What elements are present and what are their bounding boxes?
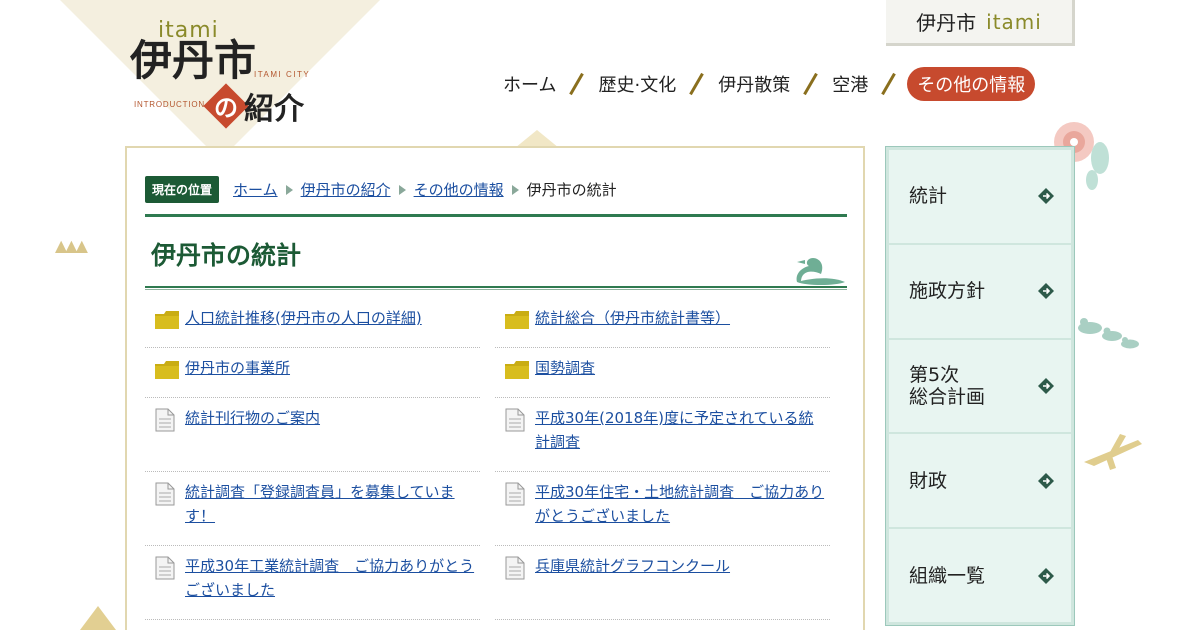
arrow-circle-icon <box>1038 283 1054 300</box>
folder-icon <box>155 311 179 329</box>
link-list: 人口統計推移(伊丹市の人口の詳細) 統計総合（伊丹市統計書等） 伊丹市の事業所 … <box>145 298 835 620</box>
breadcrumb: 現在の位置 ホーム 伊丹市の紹介 その他の情報 伊丹市の統計 <box>145 176 617 203</box>
side-item-statistics[interactable]: 統計 <box>889 150 1071 243</box>
logo-introduction: INTRODUCTION <box>134 100 205 109</box>
folder-icon <box>505 361 529 379</box>
badge-city-name: 伊丹市 <box>916 11 977 35</box>
decorative-triangles: ▲▲▲ <box>55 236 88 255</box>
nav-itami-walk[interactable]: 伊丹散策 <box>715 71 793 97</box>
decorative-triangle-bottom <box>80 606 116 630</box>
page-icon <box>155 482 175 506</box>
link-publications[interactable]: 統計刊行物のご案内 <box>185 406 320 430</box>
link-industrial-survey[interactable]: 平成30年工業統計調査 ご協力ありがとうございました <box>185 554 476 602</box>
logo-no-char: の <box>214 94 238 122</box>
side-nav: 統計 施政方針 第5次 総合計画 財政 組織一覧 <box>885 146 1075 626</box>
nav-home[interactable]: ホーム <box>500 71 559 97</box>
side-item-label: 財政 <box>909 469 948 492</box>
breadcrumb-other-info[interactable]: その他の情報 <box>414 179 504 200</box>
ducks-illustration <box>1078 318 1139 349</box>
page-title: 伊丹市の統計 <box>151 241 302 270</box>
link-census[interactable]: 国勢調査 <box>535 356 595 380</box>
link-businesses[interactable]: 伊丹市の事業所 <box>185 356 290 380</box>
list-item: 統計調査「登録調査員」を募集しています！ <box>145 472 480 546</box>
side-item-finance[interactable]: 財政 <box>889 434 1071 528</box>
list-item: 平成30年住宅・土地統計調査 ご協力ありがとうございました <box>495 472 830 546</box>
folder-icon <box>505 311 529 329</box>
page-icon <box>505 556 525 580</box>
arrow-circle-icon <box>1038 472 1054 489</box>
arrow-circle-icon <box>1038 377 1054 394</box>
title-divider <box>145 286 847 290</box>
link-housing-survey[interactable]: 平成30年住宅・土地統計調査 ご協力ありがとうございました <box>535 480 826 528</box>
list-item: 統計総合（伊丹市統計書等） <box>495 298 830 348</box>
list-item: 統計刊行物のご案内 <box>145 398 480 472</box>
link-graph-contest[interactable]: 兵庫県統計グラフコンクール <box>535 554 730 578</box>
nav-separator <box>793 70 829 98</box>
logo-shokai: 紹介 <box>244 92 304 127</box>
side-item-label: 統計 <box>909 185 948 208</box>
nav-airport[interactable]: 空港 <box>829 71 871 97</box>
link-enumerator-recruitment[interactable]: 統計調査「登録調査員」を募集しています！ <box>185 480 476 528</box>
page-icon <box>505 408 525 432</box>
breadcrumb-divider <box>145 214 847 217</box>
breadcrumb-current: 伊丹市の統計 <box>526 181 617 199</box>
breadcrumb-arrow-icon <box>285 184 293 195</box>
side-item-policy[interactable]: 施政方針 <box>889 244 1071 338</box>
breadcrumb-introduction[interactable]: 伊丹市の紹介 <box>301 179 391 200</box>
site-logo[interactable]: itami 伊丹市 ITAMI CITY INTRODUCTION の 紹介 <box>130 18 320 130</box>
page-icon <box>155 556 175 580</box>
side-item-label: 組織一覧 <box>909 564 986 587</box>
list-item: 兵庫県統計グラフコンクール <box>495 546 830 620</box>
global-nav: ホーム 歴史·文化 伊丹散策 空港 その他の情報 <box>500 66 1036 102</box>
breadcrumb-label: 現在の位置 <box>145 176 220 203</box>
logo-itami-city: ITAMI CITY <box>254 70 311 79</box>
side-item-label: 第5次 総合計画 <box>909 363 986 408</box>
nav-history-culture[interactable]: 歴史·文化 <box>595 71 679 97</box>
breadcrumb-arrow-icon <box>511 184 519 195</box>
badge-itami-text: itami <box>986 9 1042 34</box>
link-planned-surveys[interactable]: 平成30年(2018年)度に予定されている統計調査 <box>535 406 826 454</box>
breadcrumb-home[interactable]: ホーム <box>233 179 278 200</box>
arrow-circle-icon <box>1038 567 1054 584</box>
breadcrumb-arrow-icon <box>398 184 406 195</box>
nav-separator <box>871 70 907 98</box>
page-icon <box>505 482 525 506</box>
duck-icon <box>796 258 845 285</box>
side-item-label: 施政方針 <box>909 280 986 303</box>
page-icon <box>155 408 175 432</box>
list-item: 平成30年(2018年)度に予定されている統計調査 <box>495 398 830 472</box>
folder-icon <box>155 361 179 379</box>
list-item: 国勢調査 <box>495 348 830 398</box>
airplane-illustration <box>1084 434 1142 470</box>
nav-separator <box>559 70 595 98</box>
list-item: 平成30年工業統計調査 ご協力ありがとうございました <box>145 546 480 620</box>
main-content: 現在の位置 ホーム 伊丹市の紹介 その他の情報 伊丹市の統計 伊丹市の統計 人口… <box>125 146 865 630</box>
side-item-organization[interactable]: 組織一覧 <box>889 529 1071 622</box>
arrow-circle-icon <box>1038 188 1054 205</box>
itami-city-badge[interactable]: 伊丹市 itami <box>886 0 1075 46</box>
side-item-comprehensive-plan[interactable]: 第5次 総合計画 <box>889 339 1071 433</box>
link-statistics-general[interactable]: 統計総合（伊丹市統計書等） <box>535 306 730 330</box>
logo-city-name: 伊丹市 <box>130 36 257 85</box>
link-population-stats[interactable]: 人口統計推移(伊丹市の人口の詳細) <box>185 306 422 330</box>
nav-separator <box>679 70 715 98</box>
list-item: 伊丹市の事業所 <box>145 348 480 398</box>
nav-other-info[interactable]: その他の情報 <box>907 67 1036 101</box>
list-item: 人口統計推移(伊丹市の人口の詳細) <box>145 298 480 348</box>
